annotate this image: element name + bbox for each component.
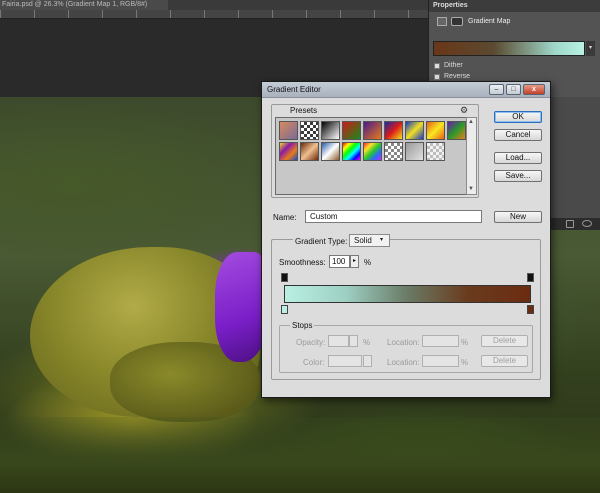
smoothness-unit: % (364, 258, 372, 267)
name-label: Name: (273, 213, 297, 222)
preset-swatch-foreground-to-background[interactable] (279, 121, 298, 140)
opacity-slider-arrow[interactable] (349, 335, 358, 347)
layer-mask-icon[interactable] (451, 17, 463, 26)
opacity-location-unit: % (461, 338, 469, 347)
color-delete-button[interactable]: Delete (481, 355, 528, 367)
gradient-name-input[interactable]: Custom (305, 210, 482, 223)
document-tab[interactable]: Fairia.psd @ 26.3% (Gradient Map 1, RGB/… (0, 0, 168, 10)
properties-tab[interactable]: Properties (429, 0, 600, 12)
ok-button[interactable]: OK (494, 111, 542, 123)
preset-swatch-black-white[interactable] (321, 121, 340, 140)
chevron-down-icon[interactable]: ▾ (380, 236, 383, 243)
scroll-up-icon[interactable]: ▲ (468, 119, 474, 125)
smoothness-slider-arrow-icon[interactable]: ▸ (350, 255, 359, 268)
preset-swatch-chrome[interactable] (321, 142, 340, 161)
preset-swatch-copper[interactable] (300, 142, 319, 161)
close-button[interactable]: x (523, 84, 545, 95)
preset-swatch-foreground-to-transparent[interactable] (300, 121, 319, 140)
color-label: Color: (303, 358, 325, 367)
new-button[interactable]: New (494, 211, 542, 223)
gear-icon[interactable]: ⚙ (460, 106, 468, 115)
gradient-type-label: Gradient Type: (293, 237, 350, 246)
dialog-titlebar[interactable]: Gradient Editor – □ x (262, 82, 550, 98)
preset-swatch-spectrum[interactable] (342, 142, 361, 161)
preset-swatch-transparent-rainbow[interactable] (363, 142, 382, 161)
preset-swatch-orange-yellow-orange[interactable] (426, 121, 445, 140)
gradient-type-select[interactable]: Solid (349, 234, 390, 247)
color-location-label: Location: (387, 358, 420, 367)
save-button[interactable]: Save... (494, 170, 542, 182)
trash-icon[interactable] (566, 220, 574, 228)
preset-swatch-blue-red-yellow[interactable] (384, 121, 403, 140)
horizontal-ruler (0, 10, 428, 19)
presets-label: Presets (288, 106, 320, 115)
opacity-input[interactable] (328, 335, 349, 347)
color-location-unit: % (461, 358, 469, 367)
dither-label: Dither (444, 62, 463, 69)
preset-swatch-transparent-checker[interactable] (426, 142, 445, 161)
opacity-location-input[interactable] (422, 335, 459, 347)
color-stop-right[interactable] (527, 305, 534, 314)
smoothness-label: Smoothness: (279, 258, 326, 267)
presets-scrollbar[interactable] (466, 117, 477, 195)
color-picker-arrow[interactable] (363, 355, 372, 367)
adjustment-layer-icon (437, 17, 447, 26)
opacity-stop-left[interactable] (281, 273, 288, 282)
preset-swatch-violet-green-orange[interactable] (447, 121, 466, 140)
stops-label: Stops (290, 321, 315, 330)
eye-icon[interactable] (582, 220, 592, 227)
properties-tab-label: Properties (433, 2, 468, 9)
properties-panel-title: Gradient Map (468, 18, 511, 25)
preset-swatch-yellow-violet-orange-blue[interactable] (279, 142, 298, 161)
opacity-label: Opacity: (296, 338, 326, 347)
dialog-title: Gradient Editor (267, 85, 321, 94)
preset-swatch-red-green[interactable] (342, 121, 361, 140)
reverse-label: Reverse (444, 73, 471, 80)
document-tab-bar: Fairia.psd @ 26.3% (Gradient Map 1, RGB/… (0, 0, 428, 10)
color-location-input[interactable] (422, 355, 459, 367)
smoothness-input[interactable]: 100 (329, 255, 350, 268)
minimize-button[interactable]: – (489, 84, 504, 95)
color-stop-left[interactable] (281, 305, 288, 314)
presets-grid (275, 117, 467, 195)
forest-floor (0, 417, 600, 493)
gradient-picker-arrow-icon[interactable]: ▾ (586, 41, 595, 56)
gradient-editor-dialog: Gradient Editor – □ x Presets ⚙ ▲ ▼ OK C… (261, 81, 551, 398)
opacity-location-label: Location: (387, 338, 420, 347)
reverse-checkbox[interactable] (434, 74, 440, 80)
opacity-stop-right[interactable] (527, 273, 534, 282)
opacity-unit: % (363, 338, 371, 347)
preset-swatch-transparent-stripes[interactable] (384, 142, 403, 161)
dither-checkbox[interactable] (434, 63, 440, 69)
opacity-delete-button[interactable]: Delete (481, 335, 528, 347)
preset-swatch-blue-yellow-blue[interactable] (405, 121, 424, 140)
preset-swatch-neutral-density[interactable] (405, 142, 424, 161)
gradient-map-preview[interactable] (433, 41, 585, 56)
layers-panel-fragment (546, 97, 600, 227)
maximize-button[interactable]: □ (506, 84, 521, 95)
color-swatch-field[interactable] (328, 355, 362, 367)
load-button[interactable]: Load... (494, 152, 542, 164)
gradient-bar[interactable] (284, 285, 531, 303)
cancel-button[interactable]: Cancel (494, 129, 542, 141)
scroll-down-icon[interactable]: ▼ (468, 186, 474, 192)
preset-swatch-violet-orange[interactable] (363, 121, 382, 140)
